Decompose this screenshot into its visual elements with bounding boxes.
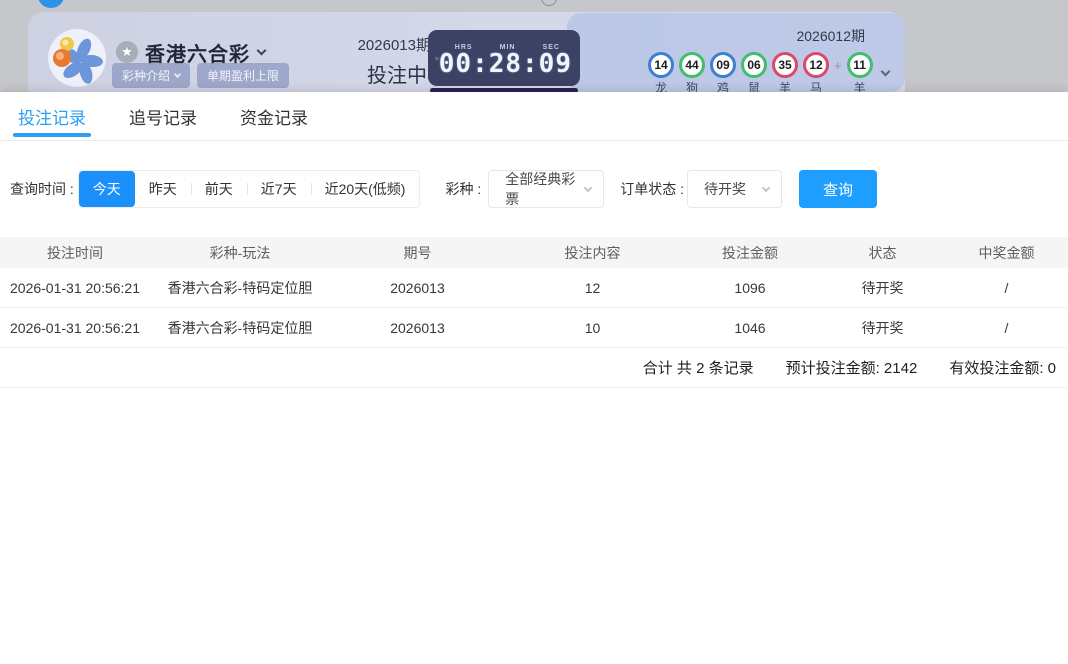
result-ball: 44 [679, 52, 705, 78]
cell-bet-amount: 1096 [680, 268, 820, 307]
col-win-amount: 中奖金额 [945, 237, 1068, 268]
result-ball-col: 44 狗 [679, 52, 705, 92]
table-summary-row: 合计 共 2 条记录 预计投注金额: 2142 有效投注金额: 0 [0, 348, 1068, 388]
col-bet-time: 投注时间 [0, 237, 150, 268]
betting-status-label: 投注中 [367, 59, 427, 88]
cell-status: 待开奖 [820, 308, 945, 347]
bet-records-table: 投注时间 彩种-玩法 期号 投注内容 投注金额 状态 中奖金额 2026-01-… [0, 237, 1068, 388]
result-ball-col: 35 羊 [772, 52, 798, 92]
favorite-star-icon[interactable]: ★ [116, 41, 138, 63]
cell-issue: 2026013 [330, 308, 505, 347]
zodiac-label: 马 [810, 82, 822, 92]
result-ball-col: 14 龙 [648, 52, 674, 92]
site-logo-partial [38, 0, 64, 8]
zodiac-label: 鸡 [717, 82, 729, 92]
time-filter-group: 今天 昨天 前天 近7天 近20天(低频) [78, 170, 421, 208]
cell-issue: 2026013 [330, 268, 505, 307]
summary-expected-amount: 预计投注金额: 2142 [786, 357, 918, 378]
lottery-select[interactable]: 全部经典彩票 [488, 170, 604, 208]
record-tabs: 投注记录 追号记录 资金记录 [0, 92, 1068, 141]
result-ball: 14 [648, 52, 674, 78]
time-option-yesterday[interactable]: 昨天 [135, 171, 191, 207]
query-button[interactable]: 查询 [799, 170, 877, 208]
lottery-pill-row: 彩种介绍 单期盈利上限 [112, 63, 289, 88]
lottery-filter-label: 彩种 : [445, 179, 481, 199]
result-ball-col: 12 马 [803, 52, 829, 92]
cell-bet-content: 10 [505, 308, 680, 347]
profit-cap-label: 单期盈利上限 [207, 67, 279, 84]
cell-bet-time: 2026-01-31 20:56:21 [0, 308, 150, 347]
col-bet-amount: 投注金额 [680, 237, 820, 268]
last-issue-label: 2026012期 [796, 26, 865, 46]
status-filter-label: 订单状态 : [620, 179, 684, 199]
tab-chase-records[interactable]: 追号记录 [129, 92, 197, 140]
zodiac-label: 羊 [779, 82, 791, 92]
result-ball: 35 [772, 52, 798, 78]
time-option-today[interactable]: 今天 [79, 171, 135, 207]
time-option-7days[interactable]: 近7天 [247, 171, 311, 207]
lottery-select-value: 全部经典彩票 [505, 169, 585, 209]
cell-bet-content: 12 [505, 268, 680, 307]
time-option-20days[interactable]: 近20天(低频) [311, 171, 420, 207]
order-status-select[interactable]: 待开奖 [687, 170, 782, 208]
records-sheet: 投注记录 追号记录 资金记录 查询时间 : 今天 昨天 前天 近7天 近20天(… [0, 92, 1068, 664]
col-issue: 期号 [330, 237, 505, 268]
lottery-logo [48, 29, 106, 87]
cell-bet-time: 2026-01-31 20:56:21 [0, 268, 150, 307]
filter-bar: 查询时间 : 今天 昨天 前天 近7天 近20天(低频) 彩种 : 全部经典彩票… [0, 170, 1068, 208]
zodiac-label: 狗 [686, 82, 698, 92]
cell-game-play: 香港六合彩-特码定位胆 [150, 308, 330, 347]
lottery-header-panel: ★ 香港六合彩 彩种介绍 单期盈利上限 2026013期 投注中 [28, 12, 905, 92]
col-game-play: 彩种-玩法 [150, 237, 330, 268]
lottery-intro-label: 彩种介绍 [122, 67, 170, 84]
countdown-timer: HRS MIN SEC 00:28:09 [428, 30, 580, 86]
chevron-down-icon [584, 183, 592, 191]
tab-fund-records[interactable]: 资金记录 [240, 92, 308, 140]
cell-bet-amount: 1046 [680, 308, 820, 347]
result-ball-special: 11 [847, 52, 873, 78]
profit-cap-button[interactable]: 单期盈利上限 [197, 63, 289, 88]
draw-results: 14 龙 44 狗 09 鸡 06 鼠 35 羊 12 马 [648, 52, 889, 92]
order-status-value: 待开奖 [704, 179, 746, 199]
lottery-intro-button[interactable]: 彩种介绍 [112, 63, 190, 88]
table-header-row: 投注时间 彩种-玩法 期号 投注内容 投注金额 状态 中奖金额 [0, 237, 1068, 268]
current-issue-label: 2026013期 [358, 34, 431, 55]
tab-bet-records[interactable]: 投注记录 [18, 92, 86, 140]
result-ball-col: 09 鸡 [710, 52, 736, 92]
zodiac-label: 龙 [655, 82, 667, 92]
time-filter-label: 查询时间 : [10, 179, 74, 199]
result-ball: 12 [803, 52, 829, 78]
result-ball: 06 [741, 52, 767, 78]
result-ball-col: 06 鼠 [741, 52, 767, 92]
table-row[interactable]: 2026-01-31 20:56:21 香港六合彩-特码定位胆 2026013 … [0, 268, 1068, 308]
cell-status: 待开奖 [820, 268, 945, 307]
cell-win-amount: / [945, 308, 1068, 347]
cell-win-amount: / [945, 268, 1068, 307]
result-ball-col-special: 11 羊 [847, 52, 873, 92]
top-strip [0, 0, 1068, 11]
col-bet-content: 投注内容 [505, 237, 680, 268]
cell-game-play: 香港六合彩-特码定位胆 [150, 268, 330, 307]
result-ball: 09 [710, 52, 736, 78]
zodiac-label: 鼠 [748, 82, 760, 92]
summary-total: 合计 共 2 条记录 [643, 357, 754, 378]
chevron-down-icon [762, 183, 770, 191]
table-row[interactable]: 2026-01-31 20:56:21 香港六合彩-特码定位胆 2026013 … [0, 308, 1068, 348]
time-option-daybefore[interactable]: 前天 [191, 171, 247, 207]
chevron-down-icon [174, 71, 181, 78]
col-status: 状态 [820, 237, 945, 268]
expand-results-button[interactable] [882, 62, 889, 80]
topbar-icon-partial [541, 0, 557, 6]
summary-valid-amount: 有效投注金额: 0 [949, 357, 1056, 378]
countdown-value: 00:28:09 [439, 51, 572, 77]
plus-separator: + [834, 58, 842, 73]
zodiac-label: 羊 [854, 82, 866, 92]
chevron-down-icon [257, 46, 267, 56]
header-zone: ★ 香港六合彩 彩种介绍 单期盈利上限 2026013期 投注中 [0, 0, 1068, 92]
